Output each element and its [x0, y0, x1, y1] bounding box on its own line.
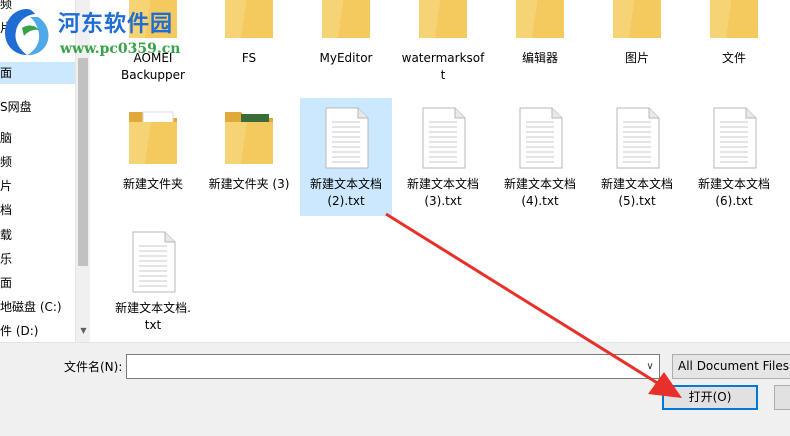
folder-item[interactable]: FS [203, 0, 295, 90]
folder-item[interactable]: 新建文件夹 (3) [203, 98, 295, 216]
open-button[interactable]: 打开(O) [662, 385, 758, 410]
file-name-label: 图片 [624, 51, 649, 65]
text-file-item[interactable]: 新建文本文档 (4).txt [494, 98, 586, 216]
text-file-item[interactable]: 新建文本文档 (5).txt [591, 98, 683, 216]
folder-item[interactable]: 新建文件夹 [107, 98, 199, 216]
folder-icon [318, 0, 374, 44]
folder-icon [609, 0, 665, 44]
watermark-title: 河东软件园 [58, 11, 174, 37]
folder-icon [706, 0, 762, 44]
nav-item[interactable]: 载 [0, 224, 75, 246]
nav-item[interactable]: 档 [0, 199, 75, 221]
folder-item[interactable]: 文件 [688, 0, 780, 90]
folder-icon [415, 0, 471, 44]
nav-item-drive-d[interactable]: 件 (D:) [0, 320, 75, 342]
nav-item[interactable]: 频 [0, 151, 75, 173]
file-name-label: MyEditor [319, 51, 373, 65]
nav-item-drive-c[interactable]: 地磁盘 (C:) [0, 296, 75, 318]
file-name-label: 新建文件夹 (3) [208, 177, 290, 191]
folder-item[interactable]: MyEditor [300, 0, 392, 90]
folder-icon [125, 106, 181, 170]
text-file-icon [125, 230, 181, 294]
watermark: 河东软件园 www.pc0359.cn [0, 0, 210, 62]
folder-item[interactable]: 编辑器 [494, 0, 586, 90]
nav-item[interactable]: 乐 [0, 248, 75, 270]
folder-icon [221, 106, 277, 170]
scroll-down-arrow-icon[interactable]: ▼ [79, 326, 88, 335]
file-name-label: 新建文本文档 (2).txt [309, 177, 382, 208]
filename-input[interactable] [126, 354, 660, 379]
text-file-icon [512, 106, 568, 170]
file-name-label: 编辑器 [521, 51, 558, 65]
text-file-item[interactable]: 新建文本文档 (6).txt [688, 98, 780, 216]
text-file-item[interactable]: 新建文本文档 (2).txt [300, 98, 392, 216]
folder-icon [221, 0, 277, 44]
nav-item-selected[interactable]: 面 [0, 62, 75, 84]
nav-item[interactable]: S网盘 [0, 96, 75, 118]
folder-icon [512, 0, 568, 44]
chevron-down-icon[interactable]: ∨ [642, 357, 658, 377]
filename-label: 文件名(N): [64, 360, 123, 374]
filetype-select[interactable]: All Document Files ( [672, 354, 790, 379]
file-name-label: 新建文本文档 (3).txt [406, 177, 479, 208]
file-name-label: 新建文本文档 (5).txt [600, 177, 673, 208]
file-name-label: FS [241, 51, 257, 65]
dialog-bottom-bar: 文件名(N): ∨ All Document Files ( 打开(O) [0, 342, 790, 436]
file-name-label: 新建文本文档. txt [115, 301, 191, 332]
sidebar-scrollbar-thumb[interactable] [78, 58, 88, 266]
cancel-button[interactable] [774, 385, 790, 410]
nav-item[interactable]: 面 [0, 272, 75, 294]
watermark-url: www.pc0359.cn [60, 41, 181, 57]
folder-item[interactable]: 图片 [591, 0, 683, 90]
file-name-label: 新建文本文档 (6).txt [697, 177, 770, 208]
folder-item[interactable]: watermarksof t [397, 0, 489, 90]
file-name-label: 新建文件夹 [122, 177, 183, 191]
nav-item[interactable]: 片 [0, 175, 75, 197]
file-name-label: watermarksof t [401, 51, 485, 82]
file-name-label: 文件 [721, 51, 746, 65]
file-name-label: 新建文本文档 (4).txt [503, 177, 576, 208]
watermark-logo-icon [5, 9, 49, 56]
text-file-icon [318, 106, 374, 170]
text-file-icon [706, 106, 762, 170]
nav-item[interactable]: 脑 [0, 127, 75, 149]
text-file-item[interactable]: 新建文本文档. txt [107, 222, 199, 340]
text-file-icon [609, 106, 665, 170]
text-file-item[interactable]: 新建文本文档 (3).txt [397, 98, 489, 216]
text-file-icon [415, 106, 471, 170]
